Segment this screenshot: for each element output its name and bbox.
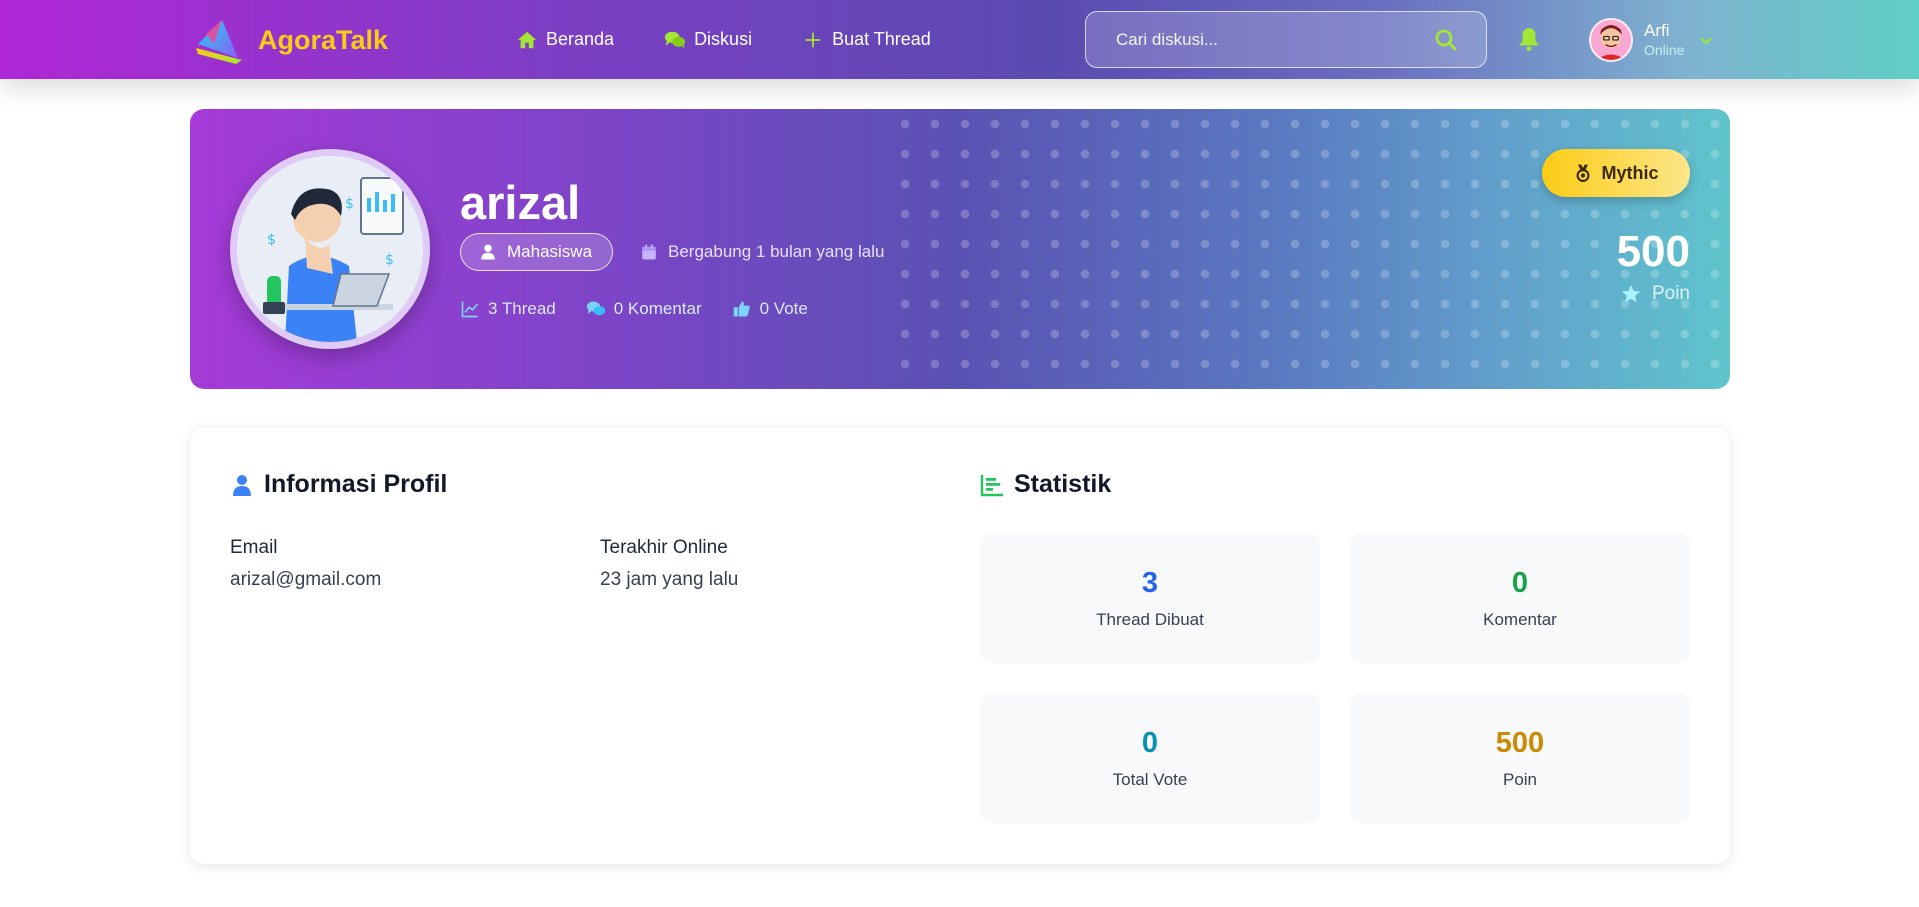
nav-diskusi-label: Diskusi <box>694 29 753 49</box>
calendar-icon <box>642 244 656 260</box>
stat-threads-label: Thread Dibuat <box>1096 609 1204 629</box>
chart-line-icon <box>461 301 479 318</box>
rank-badge: Mythic <box>1542 149 1690 197</box>
rank-label: Mythic <box>1601 162 1659 183</box>
profile-avatar-illustration: $ $ $ <box>237 156 423 342</box>
stat-points-value: 500 <box>1495 726 1545 759</box>
user-icon <box>233 474 251 496</box>
joined-info: Bergabung 1 bulan yang lalu <box>640 233 884 271</box>
joined-label: Bergabung 1 bulan yang lalu <box>668 242 885 261</box>
role-label: Mahasiswa <box>507 242 593 261</box>
agoratalk-logo-icon <box>196 20 242 64</box>
quick-stat-threads-label: 3 Thread <box>488 299 556 318</box>
stat-votes-value: 0 <box>1141 726 1159 759</box>
quick-stat-comments-label: 0 Komentar <box>613 299 702 318</box>
medal-icon <box>1577 164 1590 182</box>
svg-text:$: $ <box>345 196 354 212</box>
email-label: Email <box>230 537 278 558</box>
notification-bell-icon[interactable] <box>1516 26 1542 52</box>
profile-header: $ $ $ arizal Mahasiswa Bergabung 1 bulan… <box>190 109 1730 389</box>
user-menu[interactable]: Arfi Online <box>1589 16 1714 64</box>
profile-avatar: $ $ $ <box>230 149 430 349</box>
search-box <box>1085 11 1487 68</box>
statistics-heading: Statistik <box>980 470 1111 499</box>
user-status: Online <box>1644 42 1685 58</box>
profile-username: arizal <box>460 176 581 229</box>
svg-text:$: $ <box>267 232 276 248</box>
star-icon <box>1621 284 1641 303</box>
stat-points-label: Poin <box>1502 769 1538 789</box>
quick-stat-threads: 3 Thread <box>460 299 556 319</box>
user-avatar <box>1589 18 1633 62</box>
nav-beranda[interactable]: Beranda <box>516 29 614 51</box>
thumbs-up-icon <box>733 301 750 317</box>
points-caption-label: Poin <box>1651 283 1690 304</box>
last-online-value: 23 jam yang lalu <box>600 569 739 590</box>
role-badge: Mahasiswa <box>460 233 614 271</box>
profile-quick-stats: 3 Thread 0 Komentar 0 Vote <box>460 294 838 324</box>
stat-comments-label: Komentar <box>1483 609 1557 629</box>
nav-diskusi[interactable]: Diskusi <box>664 29 752 51</box>
points-caption: Poin <box>1620 283 1690 305</box>
profile-info-title: Informasi Profil <box>264 470 448 498</box>
brand[interactable]: AgoraTalk <box>192 12 388 68</box>
user-info: Arfi Online <box>1644 21 1684 59</box>
statistics-title: Statistik <box>1014 470 1112 498</box>
svg-text:$: $ <box>385 252 394 268</box>
user-icon <box>481 244 495 260</box>
profile-info-heading: Informasi Profil <box>230 470 447 499</box>
email-value: arizal@gmail.com <box>230 569 382 590</box>
nav-links: Beranda Diskusi Buat Thread <box>516 0 981 79</box>
last-online-label: Terakhir Online <box>600 537 728 558</box>
search-icon[interactable] <box>1434 28 1458 52</box>
profile-details-card: Informasi Profil Email arizal@gmail.com … <box>190 428 1730 864</box>
comments-icon <box>664 31 686 48</box>
top-navbar: AgoraTalk Beranda Diskusi Buat Thread Ca… <box>0 0 1919 79</box>
stat-threads-value: 3 <box>1141 566 1159 599</box>
nav-buat-thread-label: Buat Thread <box>832 29 931 49</box>
user-avatar-image <box>1591 20 1631 60</box>
brand-name: AgoraTalk <box>258 24 389 55</box>
nav-buat-thread[interactable]: Buat Thread <box>802 29 931 51</box>
quick-stat-votes: 0 Vote <box>732 299 808 319</box>
stat-points: 500 Poin <box>1350 693 1690 823</box>
plus-icon <box>805 32 821 47</box>
stat-votes: 0 Total Vote <box>980 693 1320 823</box>
home-icon <box>517 31 537 48</box>
user-name: Arfi <box>1644 21 1670 40</box>
quick-stat-votes-label: 0 Vote <box>759 299 808 318</box>
search-input[interactable] <box>1086 12 1434 67</box>
nav-beranda-label: Beranda <box>546 29 615 49</box>
chart-bar-icon <box>980 474 1003 496</box>
stat-comments-value: 0 <box>1511 566 1529 599</box>
stat-comments: 0 Komentar <box>1350 533 1690 663</box>
comments-icon <box>586 301 605 316</box>
quick-stat-comments: 0 Komentar <box>586 299 702 319</box>
chevron-down-icon <box>1700 37 1713 45</box>
points-value: 500 <box>1616 227 1690 276</box>
stat-threads: 3 Thread Dibuat <box>980 533 1320 663</box>
stat-votes-label: Total Vote <box>1112 769 1188 789</box>
